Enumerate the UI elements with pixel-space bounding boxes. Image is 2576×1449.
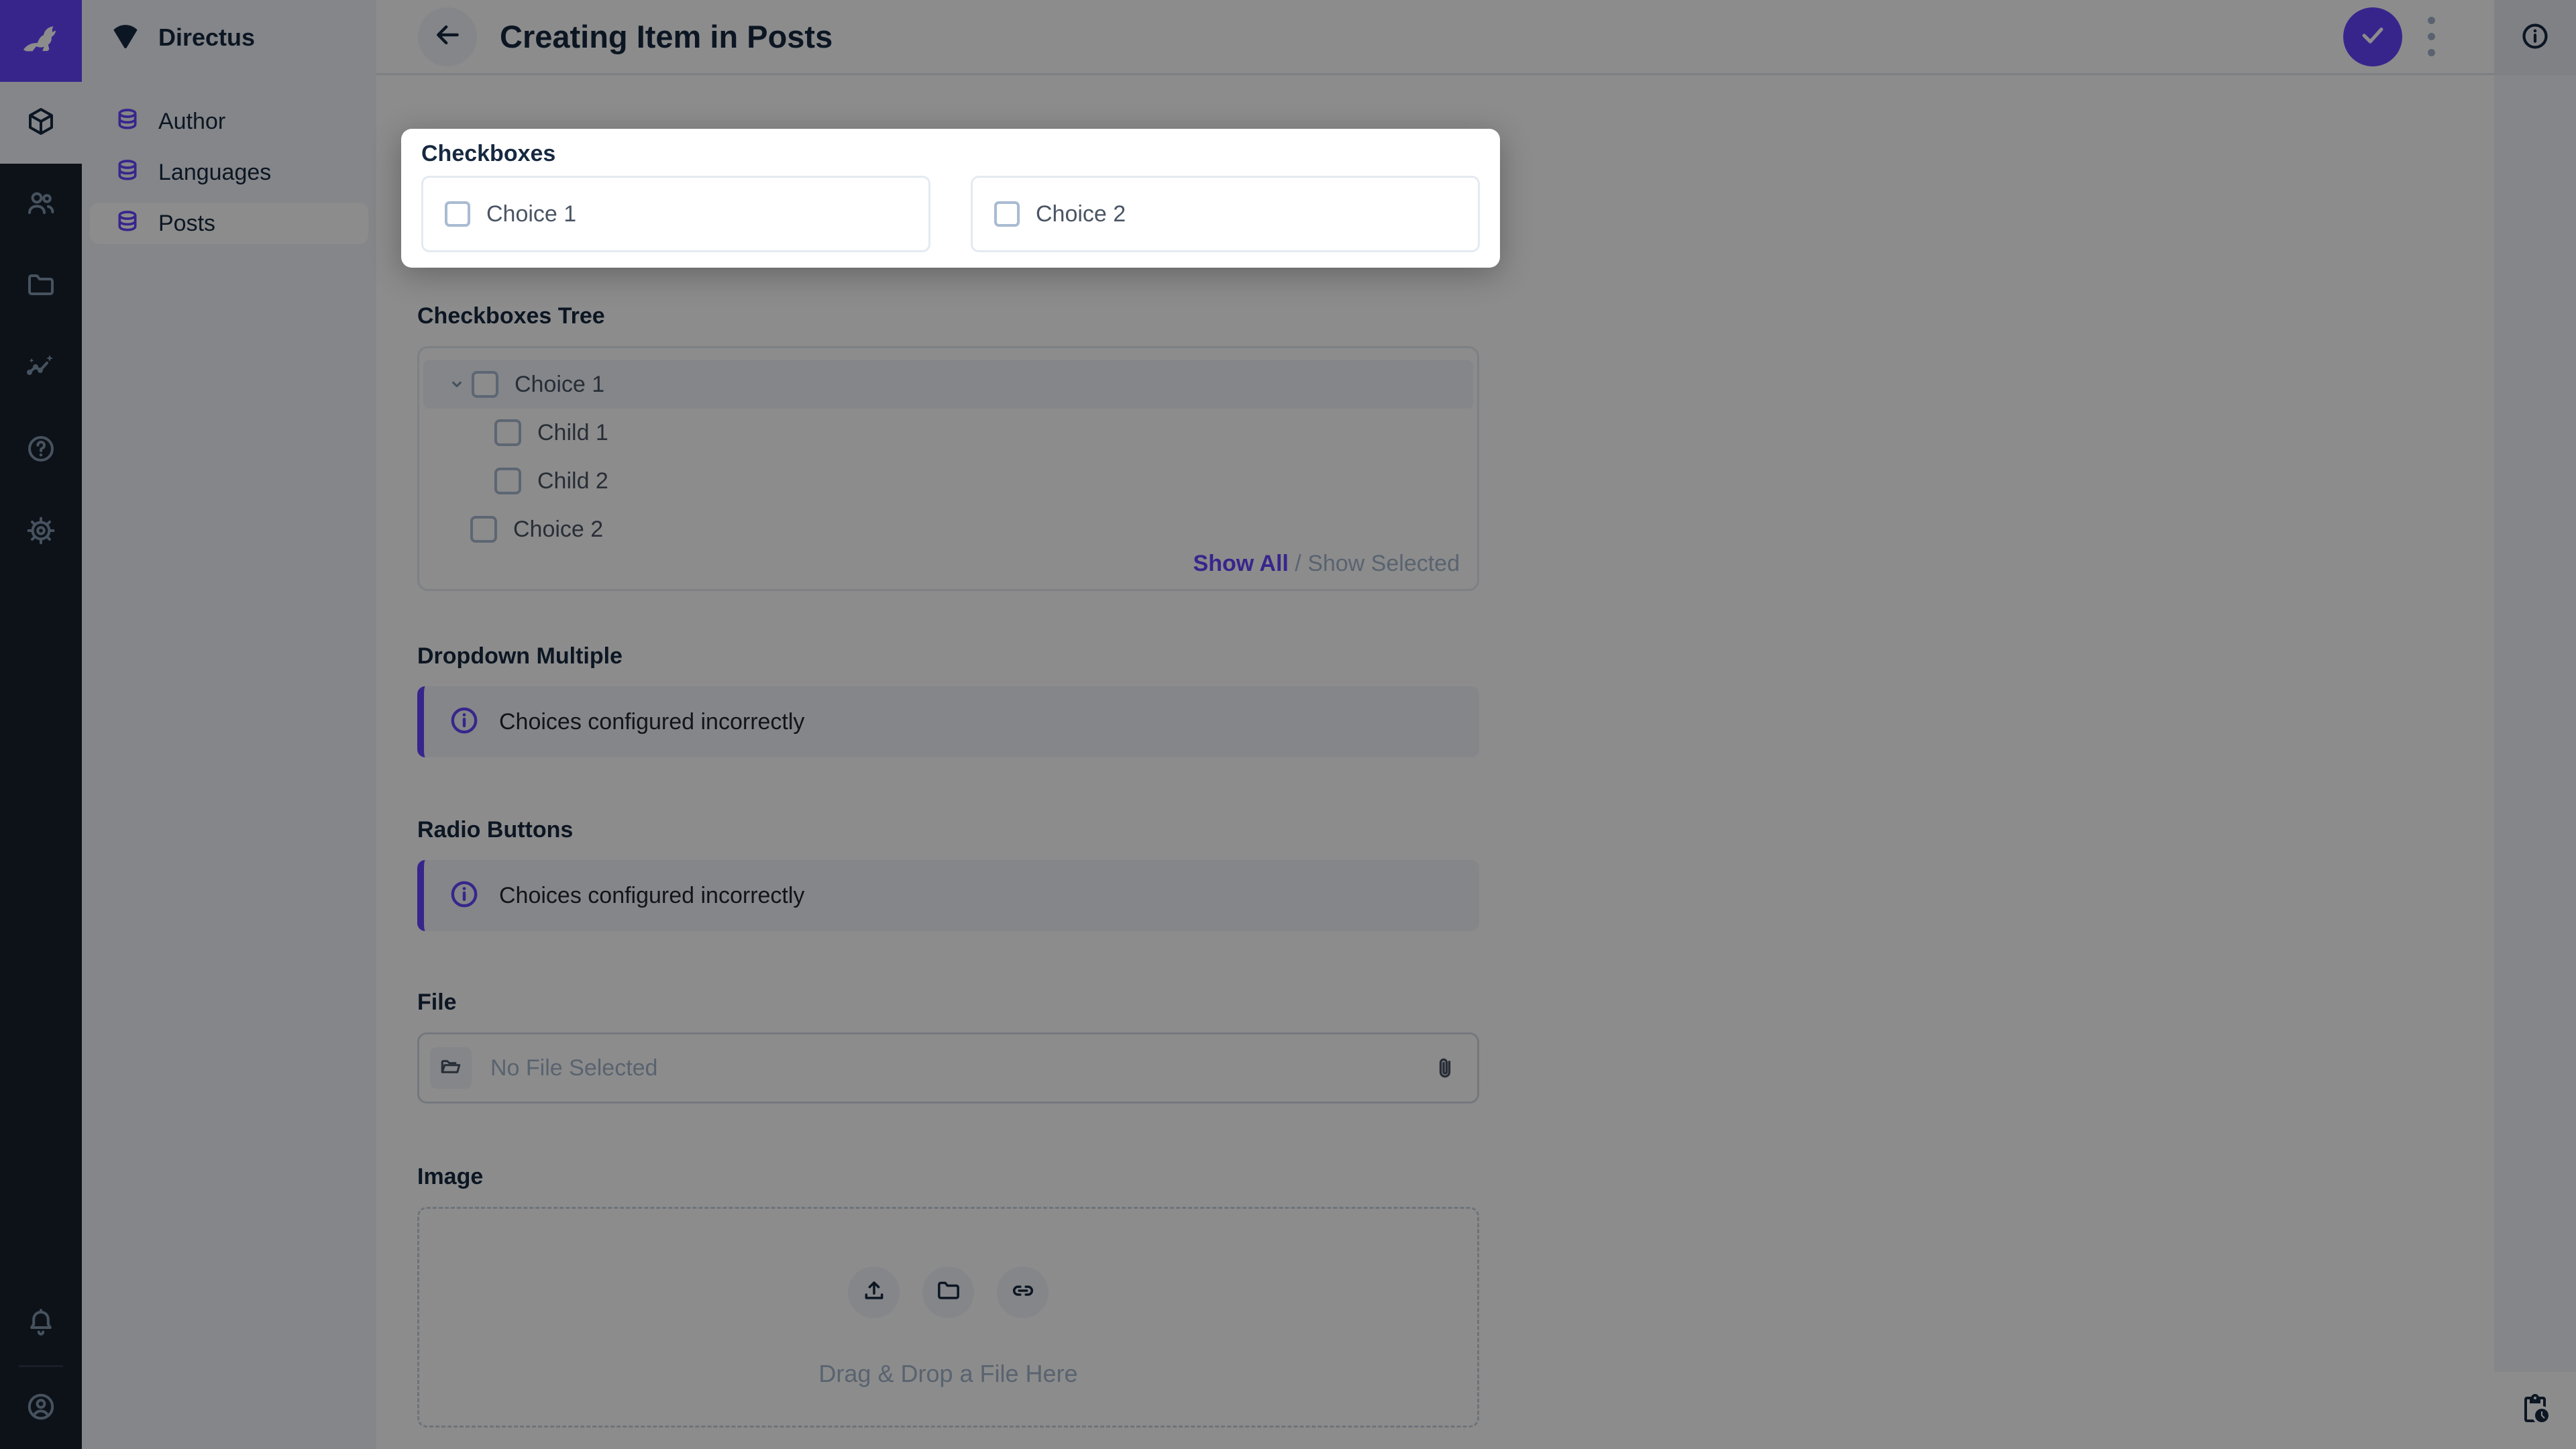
checkbox-option-choice-2[interactable]: Choice 2 <box>971 176 1480 252</box>
checkbox[interactable] <box>994 201 1020 227</box>
checkbox[interactable] <box>445 201 470 227</box>
directus-app: Directus Author Languages Posts <box>0 0 2576 1449</box>
checkbox-label: Choice 2 <box>1036 201 1126 227</box>
checkbox-option-choice-1[interactable]: Choice 1 <box>421 176 930 252</box>
spotlight-checkboxes-field: Checkboxes Choice 1 Choice 2 <box>401 129 1500 268</box>
checkbox-label: Choice 1 <box>486 201 576 227</box>
checkbox-options: Choice 1 Choice 2 <box>421 176 1480 252</box>
field-label: Checkboxes <box>421 140 1480 168</box>
